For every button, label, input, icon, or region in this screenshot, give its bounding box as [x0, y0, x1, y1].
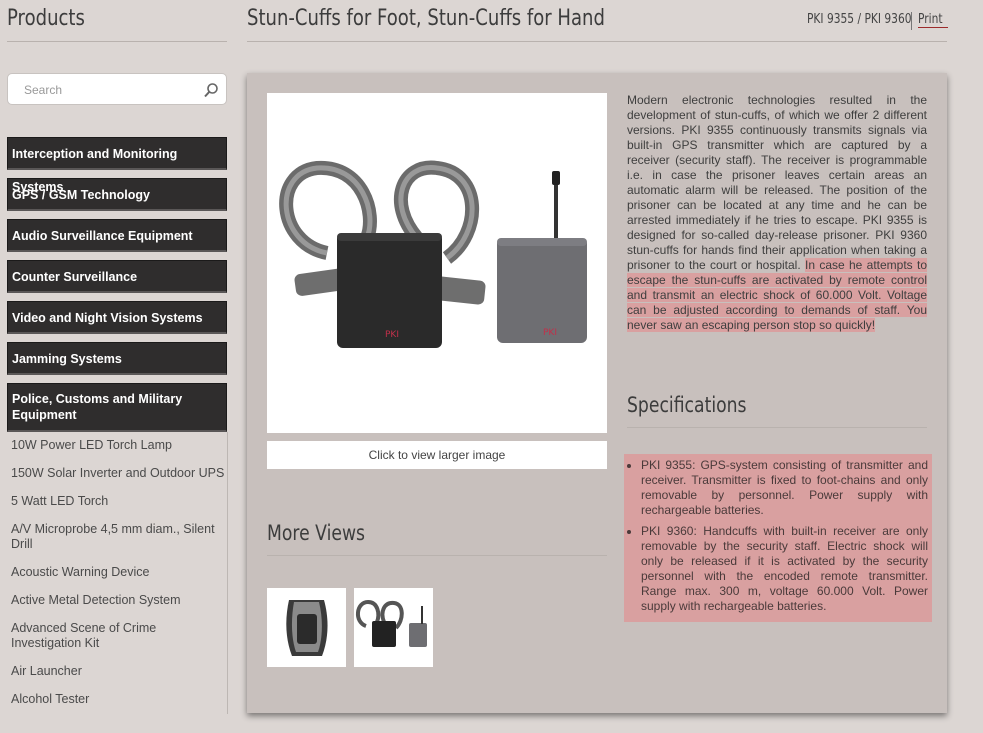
- product-description: Modern electronic technologies resulted …: [627, 93, 927, 333]
- print-link[interactable]: Print: [918, 12, 948, 28]
- specification-item: PKI 9360: Handcuffs with built-in receiv…: [641, 524, 928, 614]
- category-video-night-vision[interactable]: Video and Night Vision Systems: [7, 301, 227, 334]
- foot-cuff-thumbnail-image: [286, 600, 328, 656]
- more-views-divider: [267, 555, 607, 556]
- subcategory-item[interactable]: Air Launcher: [7, 658, 227, 686]
- pki-logo-right: PKI: [543, 328, 557, 338]
- specifications-divider: [627, 427, 927, 428]
- search-box: [7, 73, 227, 105]
- description-text: Modern electronic technologies resulted …: [627, 93, 927, 272]
- stun-cuffs-thumbnail-image: [356, 599, 427, 647]
- category-jamming[interactable]: Jamming Systems: [7, 342, 227, 375]
- sidebar-title: Products: [7, 6, 85, 31]
- header-divider: [247, 41, 947, 42]
- header-separator: [911, 12, 912, 30]
- product-sku: PKI 9355 / PKI 9360: [807, 12, 912, 27]
- category-counter-surveillance[interactable]: Counter Surveillance: [7, 260, 227, 293]
- subcategory-list: 10W Power LED Torch Lamp 150W Solar Inve…: [7, 432, 228, 714]
- product-panel: PKI PKI Click to view larger image More …: [247, 73, 947, 713]
- specifications-title: Specifications: [627, 393, 747, 417]
- subcategory-item[interactable]: A/V Microprobe 4,5 mm diam., Silent Dril…: [7, 516, 227, 559]
- search-icon[interactable]: [203, 82, 219, 98]
- category-list: Interception and Monitoring Systems GPS …: [7, 137, 228, 714]
- search-input[interactable]: [22, 82, 206, 98]
- category-police-customs-military[interactable]: Police, Customs and Military Equipment: [7, 383, 227, 432]
- subcategory-item[interactable]: 5 Watt LED Torch: [7, 488, 227, 516]
- subcategory-item[interactable]: Alcohol Tester: [7, 686, 227, 714]
- view-larger-link[interactable]: Click to view larger image: [267, 441, 607, 469]
- category-gps-gsm[interactable]: GPS / GSM Technology: [7, 178, 227, 211]
- stun-cuffs-image: PKI PKI: [279, 160, 587, 348]
- subcategory-item[interactable]: 10W Power LED Torch Lamp: [7, 432, 227, 460]
- specification-item: PKI 9355: GPS-system consisting of trans…: [641, 458, 928, 518]
- subcategory-item[interactable]: Active Metal Detection System: [7, 587, 227, 615]
- more-views-title: More Views: [267, 521, 366, 545]
- page-title: Stun-Cuffs for Foot, Stun-Cuffs for Hand: [247, 6, 605, 31]
- thumbnail-2[interactable]: [354, 588, 433, 667]
- subcategory-item[interactable]: Advanced Scene of Crime Investigation Ki…: [7, 615, 227, 658]
- subcategory-item[interactable]: 150W Solar Inverter and Outdoor UPS: [7, 460, 227, 488]
- pki-logo-left: PKI: [385, 330, 399, 340]
- category-interception[interactable]: Interception and Monitoring Systems: [7, 137, 227, 194]
- category-audio-surveillance[interactable]: Audio Surveillance Equipment: [7, 219, 227, 252]
- subcategory-item[interactable]: Acoustic Warning Device: [7, 559, 227, 587]
- main-product-image[interactable]: PKI PKI: [267, 93, 607, 433]
- specifications-list: PKI 9355: GPS-system consisting of trans…: [624, 454, 932, 622]
- thumbnail-1[interactable]: [267, 588, 346, 667]
- sidebar-divider: [7, 41, 227, 42]
